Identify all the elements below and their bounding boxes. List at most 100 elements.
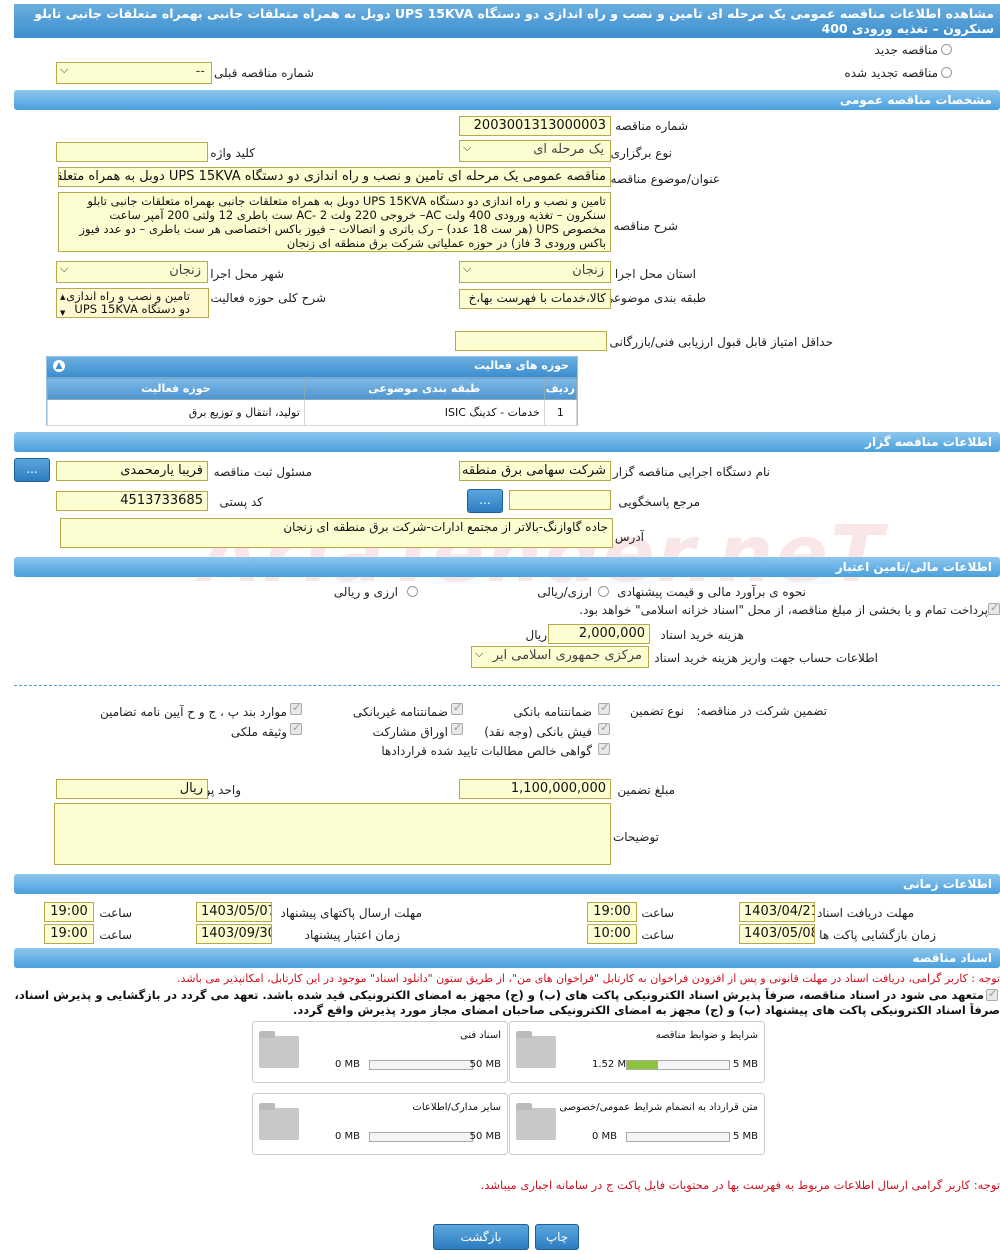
postal-label: کد پستی (219, 495, 264, 509)
file-progress (626, 1132, 730, 1142)
tender-number-field[interactable]: 2003001313000003 (459, 116, 611, 136)
receive-label: مهلت دریافت اسناد (816, 906, 914, 920)
validity-date-field[interactable]: 1403/09/30 (196, 924, 272, 944)
bonds-checkbox[interactable] (451, 721, 463, 735)
page-title-text: مشاهده اطلاعات مناقصه عمومی یک مرحله ای … (34, 6, 994, 36)
account-value: مرکزی جمهوری اسلامی ایر (492, 648, 642, 663)
send-time-field[interactable]: 19:00 (44, 902, 94, 922)
clauses-label: موارد بند پ ، ج و ح آیین نامه تضامین (99, 705, 287, 719)
desc-label: شرح مناقصه (613, 219, 678, 233)
amount-label: مبلغ تضمین (617, 783, 675, 797)
file-max-size: 5 MB (732, 1059, 758, 1070)
activity-panel-title: حوزه های فعالیت (474, 359, 569, 372)
open-date-field[interactable]: 1403/05/08 (739, 924, 815, 944)
amount-field[interactable]: 1,100,000,000 (459, 779, 611, 799)
bank-guarantee-label: ضمانتنامه بانکی (513, 705, 592, 719)
ref-field[interactable] (509, 490, 611, 510)
prev-number-select[interactable]: -- ⌵ (56, 62, 212, 84)
send-date-field[interactable]: 1403/05/07 (196, 902, 272, 922)
rial-radio[interactable] (407, 586, 418, 597)
type-select[interactable]: یک مرحله ای ⌵ (459, 140, 611, 162)
activity-panel-header: حوزه های فعالیت ▲ (47, 357, 577, 377)
file-max-size: 5 MB (732, 1131, 758, 1142)
responsible-field[interactable]: فریبا یارمحمدی (56, 461, 208, 481)
section-finance-title: اطلاعات مالی/تامین اعتبار (835, 560, 992, 574)
doc-price-field[interactable]: 2,000,000 (548, 624, 650, 644)
postal-field[interactable]: 4513733685 (56, 491, 208, 511)
account-select[interactable]: مرکزی جمهوری اسلامی ایر ⌵ (471, 646, 649, 668)
guarantee-type-label: نوع تضمین (630, 704, 684, 718)
treasury-checkbox[interactable] (988, 601, 1000, 615)
province-select[interactable]: زنجان ⌵ (459, 261, 611, 283)
activity-field[interactable]: تامین و نصب و راه اندازی دو دستگاه UPS 1… (56, 288, 209, 318)
receipt-label: فیش بانکی (وجه نقد) (484, 725, 592, 739)
open-time-field[interactable]: 10:00 (587, 924, 637, 944)
divider (14, 685, 1000, 686)
city-select[interactable]: زنجان ⌵ (56, 261, 208, 283)
new-tender-radio[interactable] (941, 44, 952, 55)
renewed-tender-radio[interactable] (941, 67, 952, 78)
file-card[interactable]: سایر مدارک/اطلاعات 0 MB 50 MB (252, 1093, 508, 1155)
bank-guarantee-checkbox[interactable] (598, 701, 610, 715)
responsible-more-button[interactable]: ... (14, 458, 50, 482)
claims-label: گواهی خالص مطالبات تایید شده قراردادها (381, 744, 592, 758)
responsible-label: مسئول ثبت مناقصه (213, 465, 312, 479)
section-organizer-title: اطلاعات مناقصه گزار (865, 435, 992, 449)
currency-field[interactable]: ریال (56, 779, 208, 799)
file-progress (369, 1132, 473, 1142)
keyword-label: کلید واژه (210, 146, 255, 160)
section-general-title: مشخصات مناقصه عمومی (839, 93, 992, 107)
min-score-field[interactable] (455, 331, 607, 351)
collapse-icon[interactable]: ▲ (53, 360, 65, 372)
table-cell: 1 (543, 399, 578, 426)
chevron-down-icon: ⌵ (463, 262, 472, 275)
nonbank-checkbox[interactable] (451, 701, 463, 715)
activity-panel: حوزه های فعالیت ▲ ردیف طبقه بندی موضوعی … (46, 356, 578, 426)
receipt-checkbox[interactable] (598, 721, 610, 735)
ref-more-button[interactable]: ... (467, 489, 503, 513)
keyword-field[interactable] (56, 142, 208, 162)
file-progress-fill (627, 1061, 658, 1069)
property-label: وثیقه ملکی (230, 725, 287, 739)
receive-time-field[interactable]: 19:00 (587, 902, 637, 922)
scroll-down-icon[interactable]: ▼ (60, 307, 65, 317)
receive-date-field[interactable]: 1403/04/21 (739, 902, 815, 922)
col-activity-header: حوزه فعالیت (47, 377, 305, 400)
fx-radio[interactable] (598, 586, 609, 597)
file-title: متن قرارداد به انضمام شرایط عمومی/خصوصی (559, 1102, 758, 1113)
send-label: مهلت ارسال پاکتهای پیشنهاد (280, 906, 422, 920)
scroll-up-icon[interactable]: ▲ (60, 291, 65, 304)
file-card[interactable]: متن قرارداد به انضمام شرایط عمومی/خصوصی … (509, 1093, 765, 1155)
file-title: سایر مدارک/اطلاعات (412, 1102, 501, 1113)
print-button[interactable]: چاپ (535, 1224, 579, 1250)
file-card[interactable]: اسناد فنی 0 MB 50 MB (252, 1021, 508, 1083)
desc-field[interactable]: تامین و نصب و راه اندازی دو دستگاه UPS 1… (58, 192, 611, 252)
address-field[interactable]: جاده گاوازنگ-بالاتر از مجتمع ادارات-شرکت… (60, 518, 613, 548)
commit-checkbox[interactable] (986, 987, 998, 1001)
type-value: یک مرحله ای (533, 142, 604, 157)
file-max-size: 50 MB (469, 1059, 501, 1070)
clauses-checkbox[interactable] (290, 701, 302, 715)
send-time-label: ساعت (99, 906, 132, 920)
org-field[interactable]: شرکت سهامی برق منطقه (459, 461, 611, 481)
activity-table: ردیف طبقه بندی موضوعی حوزه فعالیت 1 خدما… (47, 377, 578, 426)
activity-value: تامین و نصب و راه اندازی دو دستگاه UPS 1… (66, 289, 190, 316)
notes-field[interactable] (54, 803, 611, 865)
chevron-down-icon: ⌵ (475, 647, 484, 660)
file-progress (626, 1060, 730, 1070)
file-card[interactable]: شرایط و ضوابط مناقصه 1.52 MB 5 MB (509, 1021, 765, 1083)
subject-field[interactable]: مناقصه عمومی یک مرحله ای تامین و نصب و ر… (58, 167, 611, 187)
validity-time-field[interactable]: 19:00 (44, 924, 94, 944)
min-score-label: حداقل امتیاز قابل قبول ارزیابی فنی/بازرگ… (609, 335, 833, 349)
category-field[interactable]: کالا،خدمات با فهرست بها،خ (459, 289, 611, 309)
section-docs: اسناد مناقصه (14, 948, 1000, 968)
back-button[interactable]: بازگشت (433, 1224, 529, 1250)
section-organizer: اطلاعات مناقصه گزار (14, 432, 1000, 452)
claims-checkbox[interactable] (598, 741, 610, 755)
file-title: اسناد فنی (460, 1030, 501, 1041)
property-checkbox[interactable] (290, 721, 302, 735)
section-timing: اطلاعات زمانی (14, 874, 1000, 894)
col-row-header: ردیف (543, 377, 578, 400)
fx-option-label: ارزی/ریالی (537, 585, 592, 599)
category-label: طبقه بندی موضوعی (603, 291, 706, 305)
